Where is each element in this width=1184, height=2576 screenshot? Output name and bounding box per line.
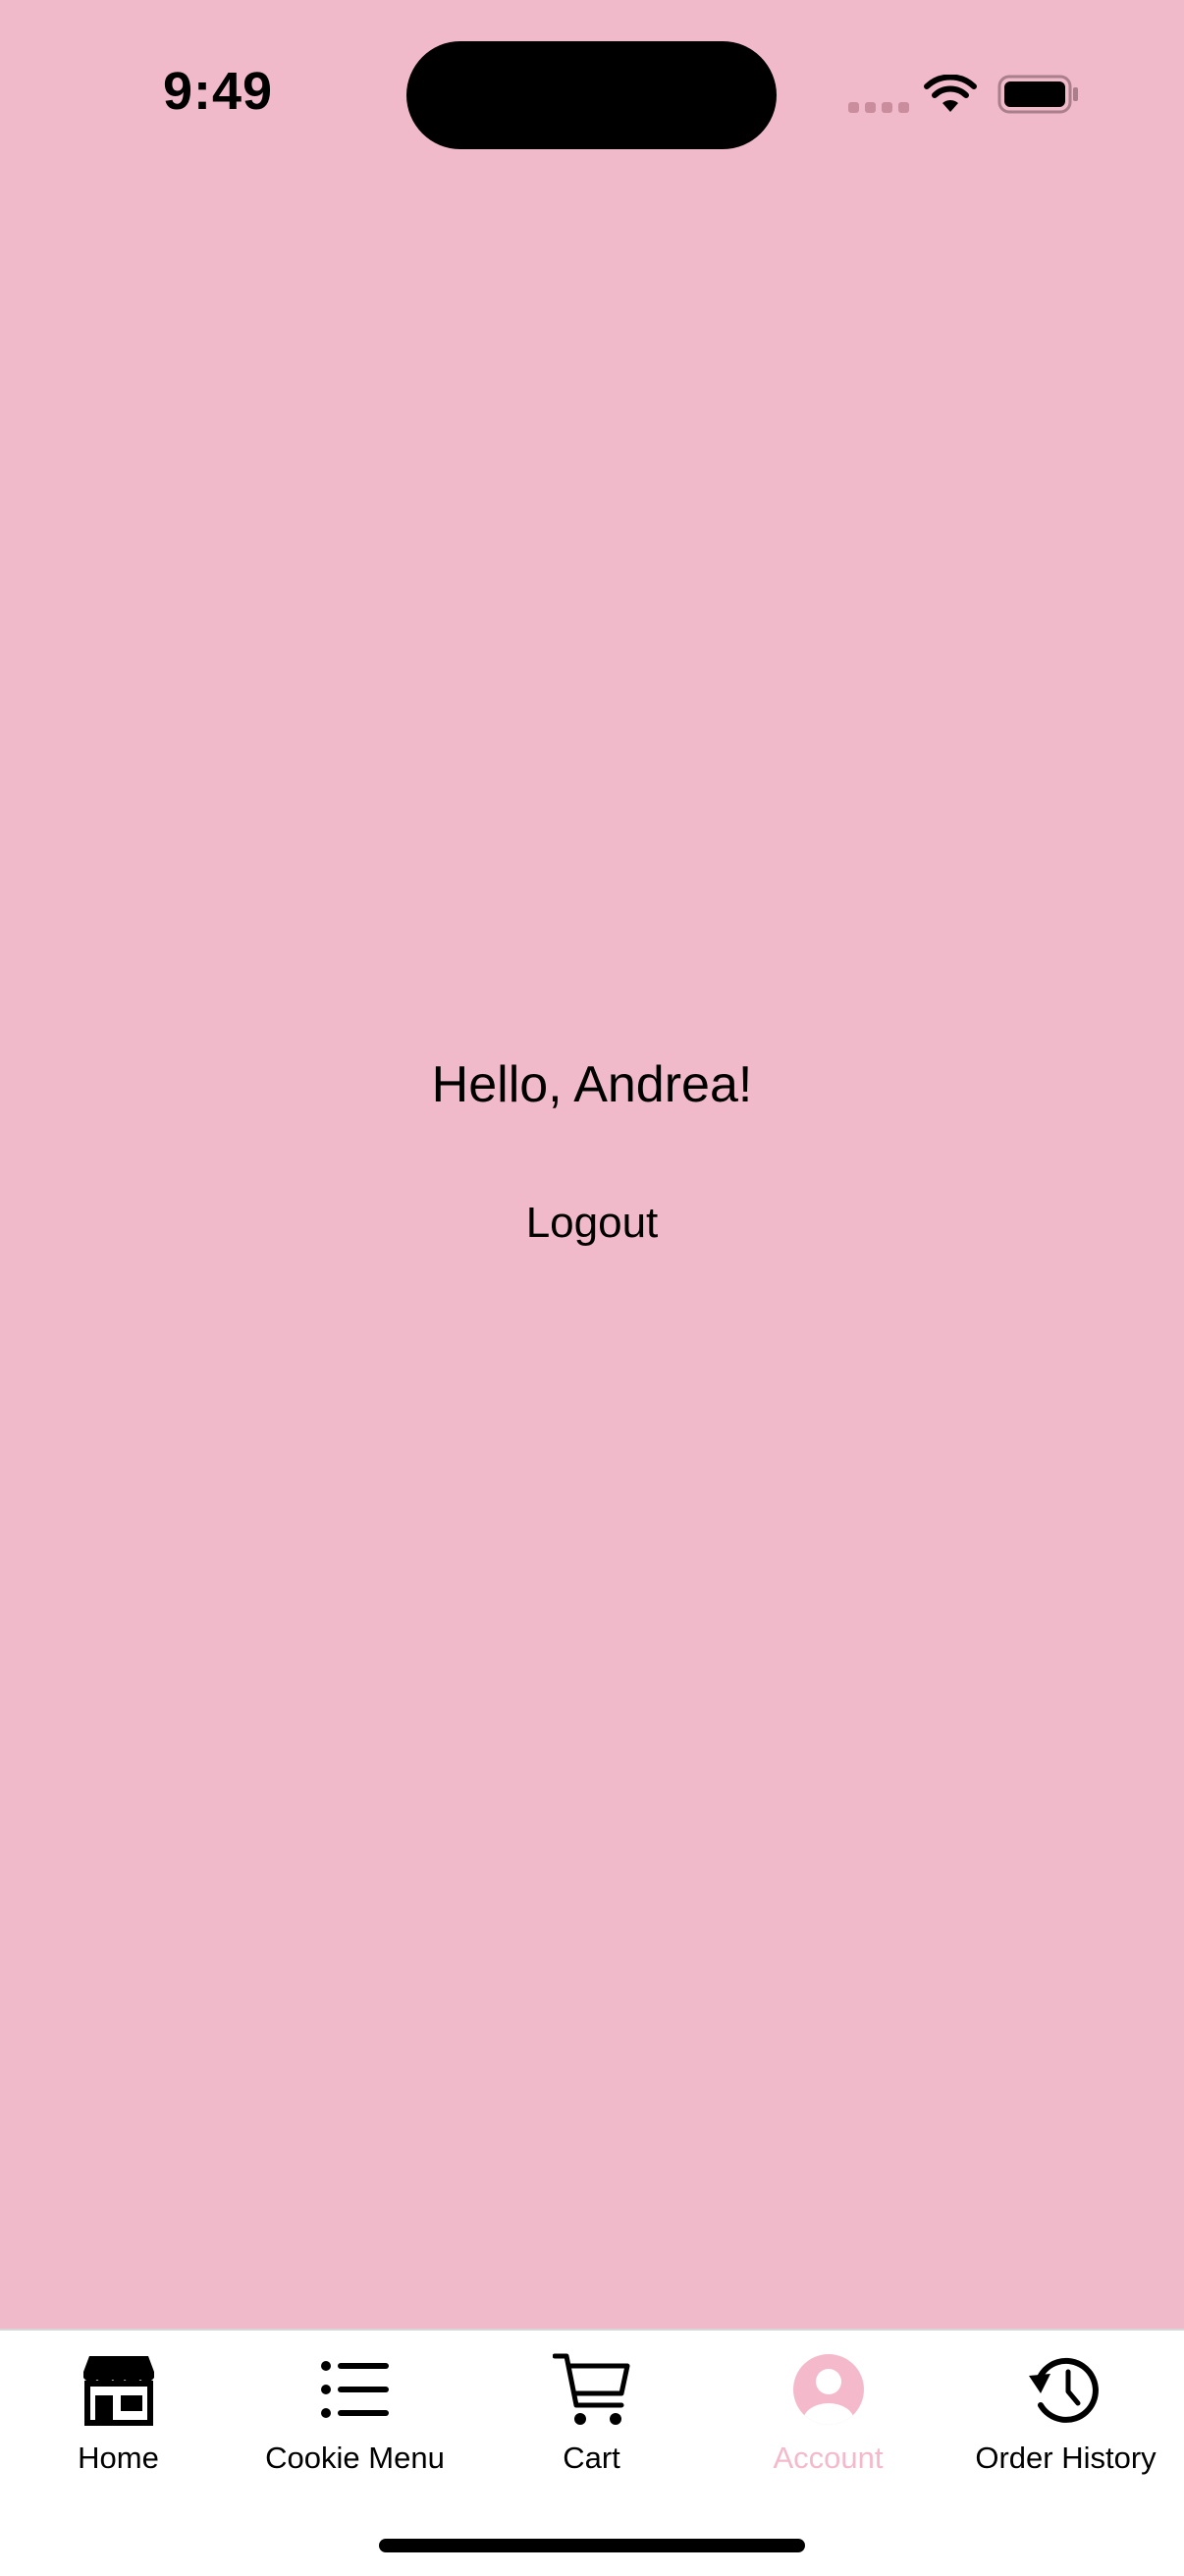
tab-cookie-menu-label: Cookie Menu — [265, 2441, 445, 2475]
tab-account-label: Account — [773, 2441, 884, 2475]
tab-cookie-menu[interactable]: Cookie Menu — [237, 2350, 473, 2488]
history-clock-icon — [1028, 2357, 1099, 2423]
battery-icon — [997, 75, 1078, 114]
storefront-icon — [82, 2356, 154, 2426]
tab-home-label: Home — [78, 2441, 159, 2475]
person-circle-icon — [792, 2354, 864, 2425]
greeting-text: Hello, Andrea! — [431, 1056, 753, 1113]
tab-account[interactable]: Account — [710, 2350, 946, 2488]
cellular-signal-icon — [848, 102, 909, 113]
tab-home[interactable]: Home — [0, 2350, 237, 2488]
list-icon — [320, 2361, 389, 2418]
logout-button[interactable]: Logout — [445, 1198, 739, 1249]
wifi-icon — [924, 75, 977, 112]
home-indicator — [379, 2539, 805, 2552]
cart-icon — [552, 2353, 629, 2425]
tab-bar: Home Cookie Menu Cart Account Order Hist… — [0, 2329, 1184, 2576]
tab-cart[interactable]: Cart — [473, 2350, 710, 2488]
dynamic-island — [406, 41, 777, 149]
tab-order-history[interactable]: Order History — [947, 2350, 1184, 2488]
tab-order-history-label: Order History — [975, 2441, 1157, 2475]
tab-cart-label: Cart — [563, 2441, 620, 2475]
status-time: 9:49 — [163, 62, 274, 121]
